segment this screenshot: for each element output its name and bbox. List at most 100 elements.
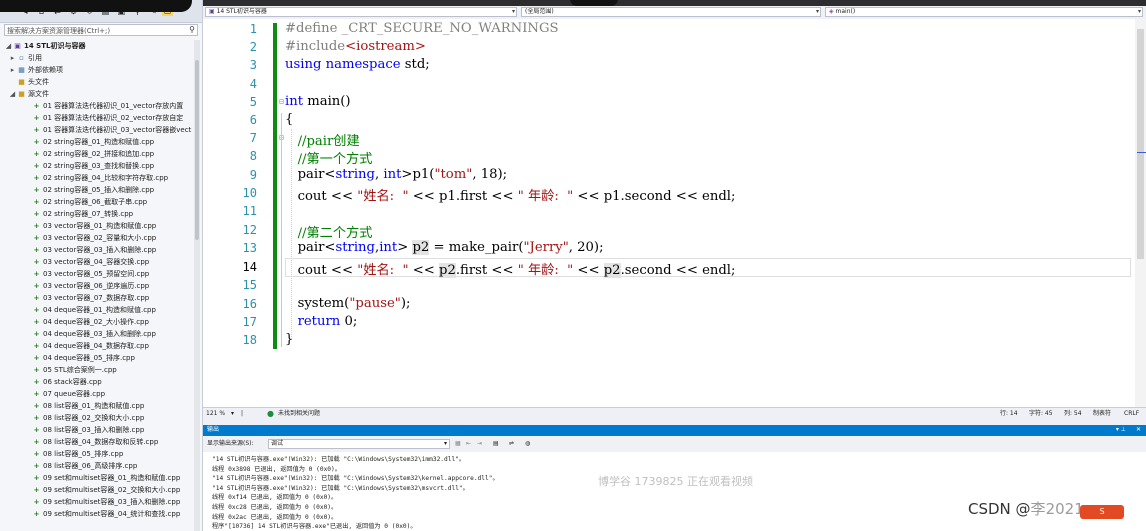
tree-headers[interactable]: ■ 头文件 (8, 76, 49, 88)
solution-scrollbar-thumb[interactable] (195, 60, 199, 240)
tree-project[interactable]: ◢ ▣ 14 STL初识与容器 (4, 40, 86, 52)
list-item[interactable]: +04 deque容器_05_排序.cpp (32, 352, 135, 364)
code-line-9[interactable]: pair<string, int>p1("tom", 18); (285, 167, 508, 182)
list-item[interactable]: +08 list容器_03_插入和删除.cpp (32, 424, 145, 436)
expand-glyph-icon[interactable]: ▸ (8, 52, 17, 64)
code-line-6[interactable]: { (285, 112, 293, 127)
list-item[interactable]: +09 set和multiset容器_02_交换和大小.cpp (32, 484, 181, 496)
list-item[interactable]: +07 queue容器.cpp (32, 388, 105, 400)
list-item[interactable]: +04 deque容器_02_大小操作.cpp (32, 316, 149, 328)
list-item[interactable]: +08 list容器_06_高级排序.cpp (32, 460, 138, 472)
indent-mode[interactable]: 制表符 (1093, 408, 1111, 419)
code-line-5[interactable]: int main() (285, 94, 351, 109)
csdn-watermark: CSDN @李2021 (968, 500, 1084, 518)
code-line-16[interactable]: system("pause"); (285, 296, 411, 311)
cpp-file-icon: + (33, 258, 40, 266)
chevron-down-icon[interactable]: ▾ (444, 440, 447, 448)
cpp-file-icon: + (33, 174, 40, 182)
list-item[interactable]: +03 vector容器_07_数据存取.cpp (32, 292, 150, 304)
cpp-file-icon: + (33, 234, 40, 242)
chevron-down-icon[interactable]: ▾ (512, 8, 515, 16)
list-item[interactable]: +02 string容器_06_截取子串.cpp (32, 196, 148, 208)
list-item[interactable]: +08 list容器_01_构造和赋值.cpp (32, 400, 145, 412)
code-line-3[interactable]: using namespace std; (285, 57, 430, 72)
pin-icon[interactable]: ▾ ⊥ (1116, 425, 1126, 435)
solution-search-input[interactable]: 搜索解决方案资源管理器(Ctrl+;) ⚲ (4, 24, 198, 36)
list-item[interactable]: +02 string容器_07_转换.cpp (32, 208, 134, 220)
list-item[interactable]: +02 string容器_04_比较和字符存取.cpp (32, 172, 169, 184)
line-ending[interactable]: CRLF (1124, 408, 1139, 419)
fold-toggle-icon[interactable]: ⊟ (279, 97, 284, 106)
code-line-17[interactable]: return 0; (285, 314, 358, 329)
list-item[interactable]: +01 容器算法迭代器初识_01_vector存放内置 (32, 100, 184, 112)
list-item[interactable]: +03 vector容器_03_插入和删除.cpp (32, 244, 157, 256)
tree-references[interactable]: ▸ ▫ 引用 (8, 52, 42, 64)
code-line-12[interactable]: //第二个方式 (285, 222, 373, 241)
code-line-8[interactable]: //第一个方式 (285, 148, 373, 167)
list-item[interactable]: +02 string容器_05_插入和删除.cpp (32, 184, 155, 196)
chevron-down-icon[interactable]: ▾ (816, 8, 819, 16)
list-item[interactable]: +09 set和multiset容器_04_统计和查找.cpp (32, 508, 181, 520)
cpp-file-icon: + (33, 498, 40, 506)
list-item[interactable]: +03 vector容器_04_容器交换.cpp (32, 256, 150, 268)
line-number: 17 (242, 315, 257, 329)
list-item[interactable]: +06 stack容器.cpp (32, 376, 102, 388)
scope-combo[interactable]: (全局范围) ▾ (521, 7, 821, 17)
list-item[interactable]: +02 string容器_01_构造和赋值.cpp (32, 136, 155, 148)
chevron-down-icon[interactable]: ▾ (231, 408, 234, 419)
collapse-glyph-icon[interactable]: ◢ (8, 88, 17, 100)
collapse-glyph-icon[interactable]: ◢ (4, 40, 13, 52)
code-line-18[interactable]: } (285, 332, 293, 347)
code-line-10[interactable]: cout << "姓名: " << p1.first << " 年龄: " <<… (285, 185, 736, 204)
list-item[interactable]: +03 vector容器_01_构造和赋值.cpp (32, 220, 157, 232)
list-item[interactable]: +03 vector容器_05_预留空间.cpp (32, 268, 150, 280)
output-line: "14 STL初识与容器.exe"(Win32): 已加载 "C:\Window… (212, 484, 469, 492)
list-item[interactable]: +01 容器算法迭代器初识_03_vector容器嵌vect (32, 124, 192, 136)
search-icon[interactable]: ⚲ (189, 25, 195, 34)
list-item[interactable]: +03 vector容器_06_逆序遍历.cpp (32, 280, 150, 292)
list-item[interactable]: +08 list容器_02_交换和大小.cpp (32, 412, 145, 424)
chevron-down-icon[interactable]: ▾ (1138, 8, 1141, 16)
code-line-7[interactable]: //pair创建 (285, 130, 360, 149)
list-item[interactable]: +08 list容器_04_数据存取和反转.cpp (32, 436, 159, 448)
output-source-select[interactable]: 调试 ▾ (268, 439, 450, 449)
next-icon[interactable]: ⇥ (477, 436, 482, 452)
list-item[interactable]: +05 STL综合案例一.cpp (32, 364, 117, 376)
code-line-13[interactable]: pair<string,int> p2 = make_pair("Jerry",… (285, 240, 604, 255)
code-line-1[interactable]: #define _CRT_SECURE_NO_WARNINGS (285, 21, 559, 36)
cpp-file-icon: + (33, 462, 40, 470)
list-item[interactable]: +09 set和multiset容器_01_构造和赋值.cpp (32, 472, 181, 484)
list-item[interactable]: +02 string容器_03_查找和替换.cpp (32, 160, 155, 172)
cpp-file-icon: + (33, 486, 40, 494)
list-item[interactable]: +04 deque容器_03_插入和删除.cpp (32, 328, 156, 340)
editor-scrollbar-thumb[interactable] (1137, 29, 1144, 259)
list-item[interactable]: +03 vector容器_02_容量和大小.cpp (32, 232, 157, 244)
zoom-level[interactable]: 121 % (206, 408, 225, 419)
list-item[interactable]: +02 string容器_02_拼接和追加.cpp (32, 148, 155, 160)
word-wrap-icon[interactable]: ⇌ (509, 436, 514, 452)
tree-sources[interactable]: ◢ ■ 源文件 (8, 88, 49, 100)
list-item[interactable]: +04 deque容器_01_构造和赋值.cpp (32, 304, 156, 316)
list-item[interactable]: +04 deque容器_04_数据存取.cpp (32, 340, 149, 352)
find-icon[interactable]: ▦ (455, 436, 461, 452)
folder-open-icon: ■ (18, 90, 25, 98)
clear-icon[interactable]: ▤ (493, 436, 499, 452)
expand-glyph-icon[interactable]: ▸ (8, 64, 17, 76)
cpp-file-icon: + (33, 222, 40, 230)
tree-external-deps[interactable]: ▸ ▦ 外部依赖项 (8, 64, 63, 76)
cpp-file-icon: + (33, 282, 40, 290)
project-combo[interactable]: ▣ 14 STL初识与容器 ▾ (205, 7, 517, 17)
list-item[interactable]: +01 容器算法迭代器初识_02_vector存放自定 (32, 112, 184, 124)
member-combo[interactable]: ◈ main() ▾ (825, 7, 1143, 17)
list-item[interactable]: +09 set和multiset容器_03_插入和删除.cpp (32, 496, 181, 508)
code-line-2[interactable]: #include<iostream> (285, 39, 426, 54)
issues-status[interactable]: 未找到相关问题 (278, 408, 320, 419)
prev-icon[interactable]: ⇤ (466, 436, 471, 452)
list-item[interactable]: +08 list容器_05_排序.cpp (32, 448, 124, 460)
code-editor[interactable]: 123456789101112131415161718 ⊟ ⊟ #define … (203, 19, 1146, 407)
output-text-area[interactable]: "14 STL初识与容器.exe"(Win32): 已加载 "C:\Window… (203, 452, 1146, 531)
line-number: 1 (249, 22, 257, 36)
toggle-icon[interactable]: ◍ (525, 436, 530, 452)
code-line-14[interactable]: cout << "姓名: " << p2.first << " 年龄: " <<… (285, 259, 735, 278)
close-icon[interactable]: ✕ (1136, 425, 1141, 435)
